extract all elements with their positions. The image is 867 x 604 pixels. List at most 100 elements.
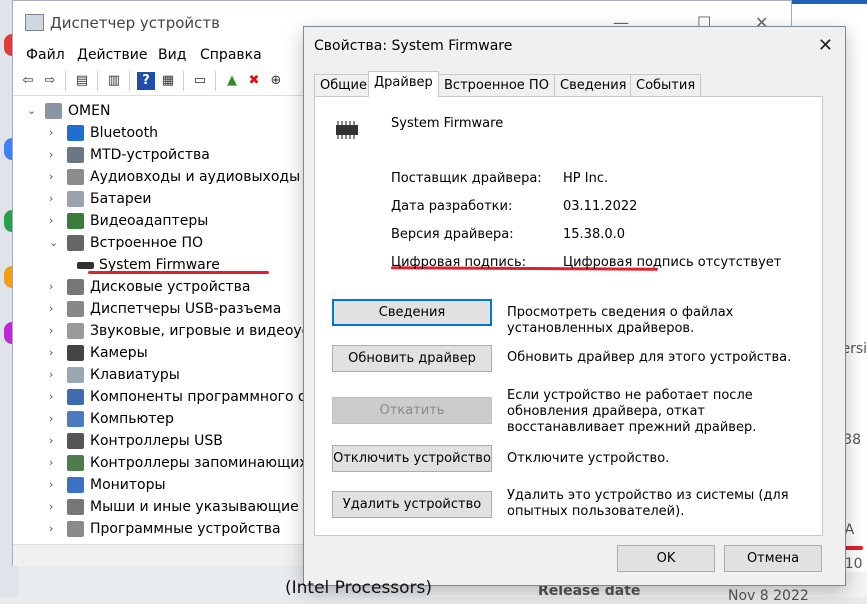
- tree-item-label: Дисковые устройства: [90, 279, 251, 295]
- properties-list-icon[interactable]: ▤: [73, 72, 91, 90]
- background-text: Nov 8 2022: [728, 588, 809, 604]
- chevron-right-icon[interactable]: ›: [49, 298, 61, 320]
- back-icon[interactable]: ⇦: [19, 72, 37, 90]
- tree-item-label: Программные устройства: [90, 521, 281, 537]
- tree-item-label: MTD-устройства: [90, 147, 210, 163]
- disable-device-button[interactable]: Отключить устройство: [332, 445, 492, 472]
- grid-icon[interactable]: ▦: [159, 72, 177, 90]
- signature-label: Цифровая подпись:: [391, 255, 527, 270]
- chevron-right-icon[interactable]: ›: [49, 386, 61, 408]
- usb-connector-icon: [67, 301, 84, 317]
- chevron-right-icon[interactable]: ›: [49, 166, 61, 188]
- chevron-right-icon[interactable]: ›: [49, 518, 61, 540]
- tree-item-label: Компьютер: [90, 411, 174, 427]
- mtd-icon: [67, 147, 84, 163]
- update-driver-button[interactable]: Обновить драйвер: [332, 345, 492, 372]
- menu-file[interactable]: Файл: [26, 47, 65, 63]
- provider-label: Поставщик драйвера:: [391, 171, 542, 186]
- device-manager-icon: [25, 14, 44, 31]
- chevron-right-icon[interactable]: ›: [49, 210, 61, 232]
- background-text: (Intel Processors): [285, 578, 433, 598]
- tree-item-label: Аудиовходы и аудиовыходы: [90, 169, 301, 185]
- cancel-button[interactable]: Отмена: [724, 545, 822, 572]
- details-button[interactable]: Сведения: [332, 299, 492, 326]
- disk-icon: [67, 279, 84, 295]
- usb-controller-icon: [67, 433, 84, 449]
- chevron-down-icon[interactable]: ⌄: [27, 100, 39, 122]
- firmware-icon: [67, 235, 84, 251]
- tab-firmware[interactable]: Встроенное ПО: [438, 74, 555, 96]
- audio-icon: [67, 169, 84, 185]
- rollback-driver-button[interactable]: Откатить: [332, 397, 492, 424]
- tab-driver[interactable]: Драйвер: [368, 71, 439, 97]
- storage-controller-icon: [67, 455, 84, 471]
- update-driver-description: Обновить драйвер для этого устройства.: [507, 350, 792, 365]
- tree-root-label: OMEN: [68, 103, 111, 119]
- date-label: Дата разработки:: [391, 199, 513, 214]
- chip-icon: [336, 121, 358, 139]
- chevron-right-icon[interactable]: ›: [49, 364, 61, 386]
- date-value: 03.11.2022: [563, 199, 638, 214]
- chevron-right-icon[interactable]: ›: [49, 320, 61, 342]
- device-name: System Firmware: [391, 116, 504, 131]
- chevron-right-icon[interactable]: ›: [49, 408, 61, 430]
- chip-icon: [77, 262, 94, 269]
- tree-item-label: Видеоадаптеры: [90, 213, 209, 229]
- chevron-right-icon[interactable]: ›: [49, 474, 61, 496]
- tab-details[interactable]: Сведения: [554, 74, 633, 96]
- display-adapter-icon: [67, 213, 84, 229]
- annotation-underline: [88, 271, 269, 274]
- tree-item-label: Диспетчеры USB-разъема: [90, 301, 282, 317]
- tree-item-label: Камеры: [90, 345, 148, 361]
- sound-icon: [67, 323, 84, 339]
- properties-dialog: Свойства: System Firmware ✕ Общие Драйве…: [303, 26, 846, 586]
- chevron-right-icon[interactable]: ›: [49, 496, 61, 518]
- driver-tab-panel: System Firmware Поставщик драйвера: HP I…: [314, 96, 823, 536]
- software-device-icon: [67, 521, 84, 537]
- chevron-right-icon[interactable]: ›: [49, 276, 61, 298]
- provider-value: HP Inc.: [563, 171, 609, 186]
- chevron-right-icon[interactable]: ›: [49, 144, 61, 166]
- monitor-icon[interactable]: ▭: [191, 72, 209, 90]
- software-component-icon: [67, 389, 84, 405]
- uninstall-device-description: Удалить это устройство из системы (для о…: [507, 488, 789, 519]
- chevron-right-icon[interactable]: ›: [49, 342, 61, 364]
- monitor-icon: [67, 477, 84, 493]
- tree-item-label: Клавиатуры: [90, 367, 180, 383]
- tree-item-label: Батареи: [90, 191, 152, 207]
- mouse-icon: [67, 499, 84, 515]
- keyboard-icon: [67, 367, 84, 383]
- chevron-right-icon[interactable]: ›: [49, 430, 61, 452]
- chevron-down-icon[interactable]: ⌄: [49, 232, 61, 254]
- dialog-title: Свойства: System Firmware: [314, 38, 513, 54]
- document-icon[interactable]: ▥: [105, 72, 123, 90]
- tab-general[interactable]: Общие: [314, 74, 373, 96]
- bluetooth-icon: [67, 125, 84, 141]
- ok-button[interactable]: OK: [617, 545, 715, 572]
- tree-item-label: Контроллеры USB: [90, 433, 223, 449]
- disable-device-description: Отключите устройство.: [507, 451, 670, 466]
- help-icon[interactable]: ?: [137, 72, 155, 90]
- camera-icon: [67, 345, 84, 361]
- enable-device-icon[interactable]: ▲: [223, 72, 241, 90]
- chevron-right-icon[interactable]: ›: [49, 452, 61, 474]
- computer-icon: [67, 411, 84, 427]
- battery-icon: [67, 191, 84, 207]
- menu-view[interactable]: Вид: [158, 47, 186, 63]
- tree-item-label: Встроенное ПО: [90, 235, 204, 251]
- tree-item-label: Bluetooth: [90, 125, 158, 141]
- menu-help[interactable]: Справка: [200, 47, 262, 63]
- rollback-description: Если устройство не работает после обновл…: [507, 388, 757, 435]
- close-icon[interactable]: ✕: [818, 35, 833, 56]
- uninstall-icon[interactable]: ✖: [245, 72, 263, 90]
- menu-action[interactable]: Действие: [77, 47, 147, 63]
- update-driver-icon[interactable]: ⊕: [267, 72, 285, 90]
- version-label: Версия драйвера:: [391, 227, 514, 242]
- chevron-right-icon[interactable]: ›: [49, 122, 61, 144]
- forward-icon[interactable]: ⇨: [41, 72, 59, 90]
- tab-events[interactable]: События: [630, 74, 702, 96]
- window-title: Диспетчер устройств: [50, 14, 221, 32]
- chevron-right-icon[interactable]: ›: [49, 188, 61, 210]
- uninstall-device-button[interactable]: Удалить устройство: [332, 491, 492, 518]
- computer-icon: [45, 103, 62, 119]
